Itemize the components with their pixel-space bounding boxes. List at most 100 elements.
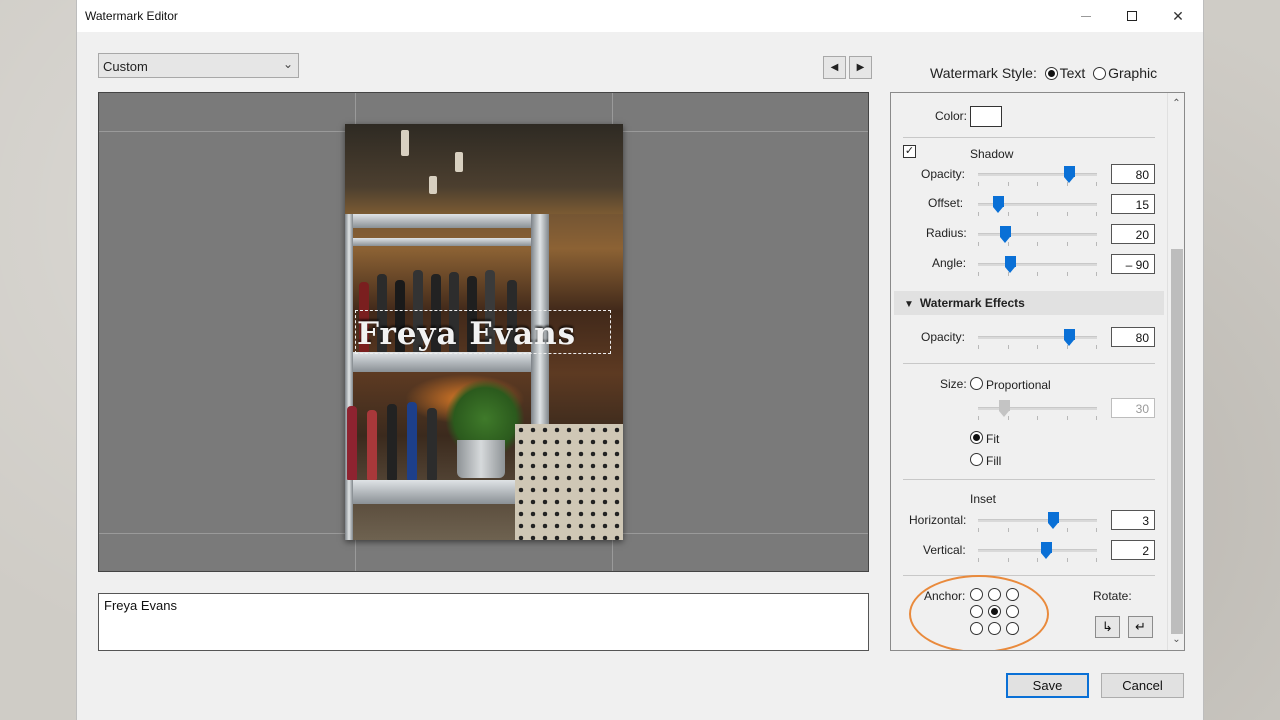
watermark-effects-header[interactable]: ▼ Watermark Effects bbox=[894, 291, 1164, 315]
previous-image-button[interactable]: ◀ bbox=[823, 56, 846, 79]
size-proportional-field: 30 bbox=[1111, 398, 1155, 418]
photo-shelf bbox=[345, 480, 531, 504]
title-bar: Watermark Editor ✕ bbox=[77, 0, 1203, 32]
effects-opacity-field[interactable]: 80 bbox=[1111, 327, 1155, 347]
inset-vertical-field[interactable]: 2 bbox=[1111, 540, 1155, 560]
inset-vertical-track[interactable] bbox=[978, 549, 1097, 552]
rotate-label: Rotate: bbox=[1093, 589, 1132, 603]
size-proportional-slider-thumb bbox=[999, 400, 1010, 417]
size-proportional-radio[interactable] bbox=[970, 377, 983, 390]
size-proportional-track bbox=[978, 407, 1097, 410]
shadow-radius-track[interactable] bbox=[978, 233, 1097, 236]
watermark-text-input[interactable]: Freya Evans bbox=[98, 593, 869, 651]
inset-vertical-label: Vertical: bbox=[923, 543, 966, 557]
inset-horizontal-label: Horizontal: bbox=[909, 513, 967, 527]
style-graphic-radio[interactable] bbox=[1093, 67, 1107, 80]
effects-opacity-label: Opacity: bbox=[921, 330, 966, 344]
watermark-preview: Freya Evans bbox=[98, 92, 869, 572]
rotate-clockwise-icon: ↳ bbox=[1102, 619, 1113, 634]
inset-horizontal-track[interactable] bbox=[978, 519, 1097, 522]
photo-pole bbox=[345, 214, 353, 540]
photo-shelf bbox=[345, 352, 545, 372]
slider-ticks bbox=[978, 416, 1097, 421]
slider-ticks bbox=[978, 182, 1097, 187]
watermark-editor-window: Watermark Editor ✕ Custom ⌄ ◀ ▶ Freya Ev… bbox=[76, 0, 1204, 720]
slider-ticks bbox=[978, 528, 1097, 533]
shadow-offset-field[interactable]: 15 bbox=[1111, 194, 1155, 214]
shadow-angle-field[interactable]: – 90 bbox=[1111, 254, 1155, 274]
shadow-radius-field[interactable]: 20 bbox=[1111, 224, 1155, 244]
watermark-style-selector: Watermark Style: Text Graphic bbox=[930, 65, 1157, 81]
minimize-icon bbox=[1081, 15, 1091, 17]
effects-opacity-slider-thumb[interactable] bbox=[1064, 329, 1075, 346]
window-title: Watermark Editor bbox=[85, 9, 178, 23]
photo-pot bbox=[457, 440, 505, 478]
divider bbox=[903, 479, 1155, 480]
rotate-clockwise-button[interactable]: ↳ bbox=[1095, 616, 1120, 638]
shadow-opacity-field[interactable]: 80 bbox=[1111, 164, 1155, 184]
slider-ticks bbox=[978, 272, 1097, 277]
cancel-button[interactable]: Cancel bbox=[1101, 673, 1184, 698]
shadow-radius-label: Radius: bbox=[926, 226, 967, 240]
watermark-style-label: Watermark Style: bbox=[930, 65, 1037, 81]
size-label: Size: bbox=[940, 377, 967, 391]
scroll-down-icon[interactable]: ⌄ bbox=[1168, 631, 1184, 648]
arrow-right-icon: ▶ bbox=[856, 62, 865, 73]
photo-bottle bbox=[407, 402, 417, 480]
divider bbox=[903, 363, 1155, 364]
size-fit-radio[interactable] bbox=[970, 431, 983, 444]
style-text-label: Text bbox=[1059, 65, 1086, 81]
color-swatch[interactable] bbox=[970, 106, 1002, 127]
shadow-label: Shadow bbox=[970, 147, 1014, 161]
panel-scrollbar[interactable]: ⌃ ⌄ bbox=[1167, 93, 1184, 650]
save-button[interactable]: Save bbox=[1006, 673, 1089, 698]
inset-horizontal-field[interactable]: 3 bbox=[1111, 510, 1155, 530]
color-label: Color: bbox=[935, 109, 968, 123]
shadow-opacity-track[interactable] bbox=[978, 173, 1097, 176]
shadow-angle-track[interactable] bbox=[978, 263, 1097, 266]
close-icon: ✕ bbox=[1172, 7, 1184, 24]
size-fill-label: Fill bbox=[986, 454, 1002, 468]
size-fill-radio[interactable] bbox=[970, 453, 983, 466]
settings-panel: Color: ✓ Shadow Opacity: 80 Offset: 15 R… bbox=[890, 92, 1185, 651]
photo-lamp bbox=[455, 152, 463, 172]
shadow-checkbox[interactable]: ✓ bbox=[903, 145, 916, 158]
inset-vertical-slider-thumb[interactable] bbox=[1041, 542, 1052, 559]
scroll-up-icon[interactable]: ⌃ bbox=[1168, 95, 1184, 112]
watermark-overlay-text: Freya Evans bbox=[357, 316, 577, 352]
preset-value: Custom bbox=[103, 59, 148, 74]
rotate-counterclockwise-button[interactable]: ↵ bbox=[1128, 616, 1153, 638]
photo-floor bbox=[515, 424, 623, 540]
shadow-offset-label: Offset: bbox=[928, 196, 964, 210]
preset-dropdown[interactable]: Custom ⌄ bbox=[98, 53, 299, 78]
effects-opacity-track[interactable] bbox=[978, 336, 1097, 339]
shadow-opacity-label: Opacity: bbox=[921, 167, 966, 181]
shadow-offset-slider-thumb[interactable] bbox=[993, 196, 1004, 213]
shadow-opacity-slider-thumb[interactable] bbox=[1064, 166, 1075, 183]
size-fit-label: Fit bbox=[986, 432, 1000, 446]
maximize-button[interactable] bbox=[1109, 0, 1155, 32]
slider-ticks bbox=[978, 345, 1097, 350]
shadow-angle-slider-thumb[interactable] bbox=[1005, 256, 1016, 273]
photo-bottle bbox=[387, 404, 397, 480]
minimize-button[interactable] bbox=[1063, 0, 1109, 32]
close-button[interactable]: ✕ bbox=[1155, 0, 1201, 32]
photo-bottle bbox=[427, 408, 437, 480]
triangle-down-icon: ▼ bbox=[904, 299, 914, 310]
slider-ticks bbox=[978, 242, 1097, 247]
style-graphic-label: Graphic bbox=[1108, 65, 1158, 81]
photo-shelf bbox=[345, 214, 545, 228]
slider-ticks bbox=[978, 558, 1097, 563]
preview-photo: Freya Evans bbox=[345, 124, 623, 540]
divider bbox=[903, 137, 1155, 138]
arrow-left-icon: ◀ bbox=[830, 62, 839, 73]
next-image-button[interactable]: ▶ bbox=[849, 56, 872, 79]
inset-horizontal-slider-thumb[interactable] bbox=[1048, 512, 1059, 529]
shadow-radius-slider-thumb[interactable] bbox=[1000, 226, 1011, 243]
photo-ceiling bbox=[345, 124, 623, 214]
inset-label: Inset bbox=[970, 492, 997, 506]
highlight-circle bbox=[909, 575, 1049, 650]
shadow-angle-label: Angle: bbox=[932, 256, 967, 270]
scrollbar-thumb[interactable] bbox=[1171, 249, 1183, 634]
style-text-radio[interactable] bbox=[1044, 67, 1058, 80]
